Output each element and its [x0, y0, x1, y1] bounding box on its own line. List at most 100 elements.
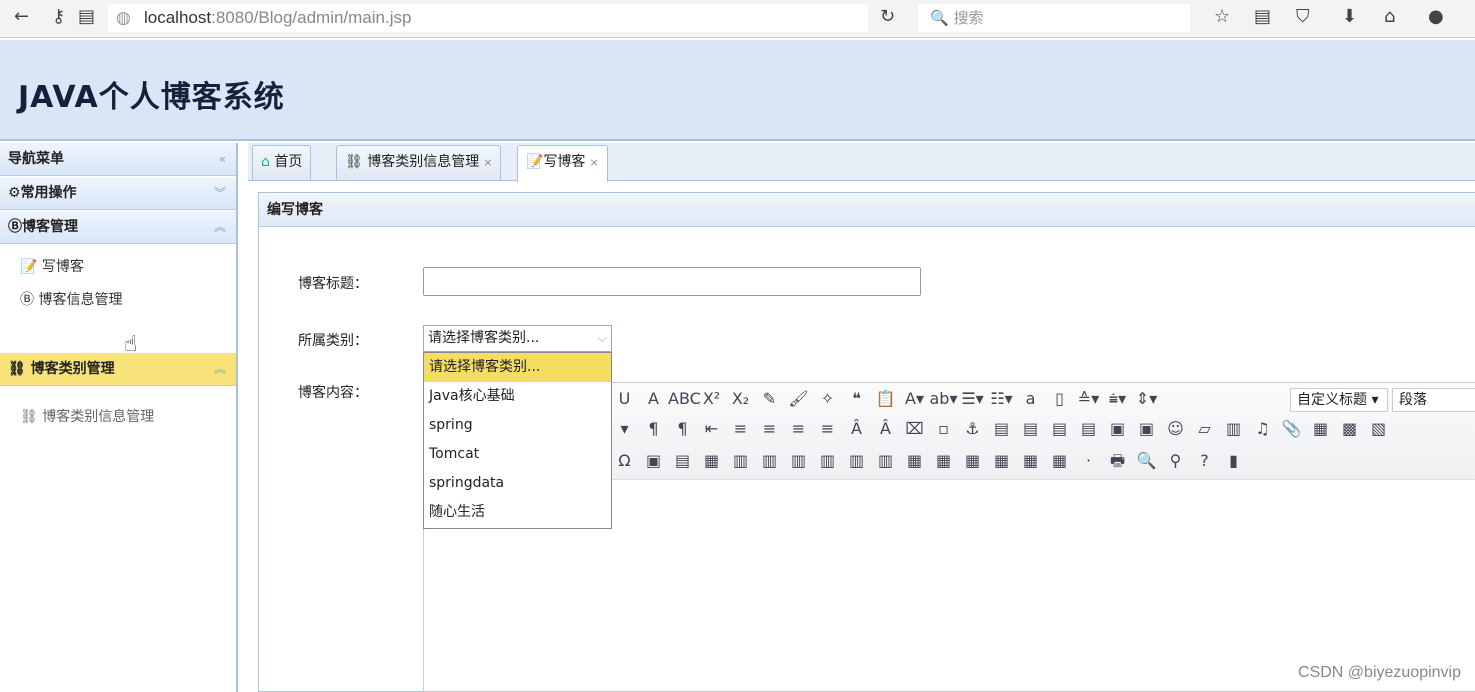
toolbar-button-icon[interactable]: ▩ — [1335, 419, 1364, 438]
toolbar-button-icon[interactable]: ▥ — [726, 451, 755, 470]
toolbar-button-icon[interactable]: ≙▾ — [1074, 389, 1103, 408]
toolbar-button-icon[interactable]: ▧ — [1364, 419, 1393, 438]
toolbar-button-icon[interactable]: ▤ — [987, 419, 1016, 438]
toolbar-button-icon[interactable]: ▱ — [1190, 419, 1219, 438]
toolbar-button-icon[interactable]: ⌧ — [900, 419, 929, 438]
toolbar-button-icon[interactable]: Â — [871, 419, 900, 438]
toolbar-button-icon[interactable]: Â — [842, 419, 871, 438]
toolbar-button-icon[interactable]: · — [1074, 451, 1103, 470]
toolbar-button-icon[interactable]: ▯ — [1045, 389, 1074, 408]
toolbar-button-icon[interactable]: ▦ — [1045, 451, 1074, 470]
toolbar-button-icon[interactable]: 🔍 — [1132, 451, 1161, 470]
toolbar-button-icon[interactable]: ⚓ — [958, 419, 987, 438]
toolbar-button-icon[interactable]: ≡ — [755, 419, 784, 438]
reading-list-icon[interactable]: ▤ — [1254, 6, 1271, 27]
toolbar-button-icon[interactable]: ☺ — [1161, 419, 1190, 438]
dropdown-option[interactable]: springdata — [424, 469, 611, 498]
toolbar-button-icon[interactable]: ▥ — [842, 451, 871, 470]
toolbar-button-icon[interactable]: ▥ — [871, 451, 900, 470]
toolbar-button-icon[interactable]: ☷▾ — [987, 389, 1016, 408]
download-icon[interactable]: ⬇ — [1342, 6, 1357, 27]
toolbar-button-icon[interactable]: ¶ — [668, 419, 697, 438]
tab-write-blog[interactable]: 📝写博客 × — [517, 145, 608, 182]
paragraph-select[interactable]: 段落 — [1392, 388, 1475, 412]
toolbar-button-icon[interactable]: ≡ — [813, 419, 842, 438]
expand-icon[interactable]: ︽ — [214, 353, 226, 386]
toolbar-button-icon[interactable]: 📎 — [1277, 419, 1306, 438]
toolbar-button-icon[interactable]: ▤ — [668, 451, 697, 470]
collapse-icon[interactable]: ︽ — [214, 211, 226, 244]
toolbar-button-icon[interactable]: ▥ — [1219, 419, 1248, 438]
search-input[interactable]: 🔍 搜索 — [918, 4, 1190, 32]
home-icon[interactable]: ⌂ — [1384, 6, 1395, 27]
tab-home[interactable]: ⌂ 首页 — [252, 145, 312, 180]
toolbar-button-icon[interactable]: ≡ — [726, 419, 755, 438]
sidebar-section-blog[interactable]: Ⓑ博客管理 ︽ — [0, 211, 236, 244]
toolbar-button-icon[interactable]: ▣ — [1132, 419, 1161, 438]
toolbar-button-icon[interactable]: ab▾ — [929, 389, 958, 408]
toolbar-button-icon[interactable]: ▣ — [1103, 419, 1132, 438]
sidebar-section-category[interactable]: ⛓ 博客类别管理 ︽ — [0, 353, 236, 386]
toolbar-button-icon[interactable]: ✧ — [813, 389, 842, 408]
category-select[interactable]: 请选择博客类别... ⌵ — [423, 325, 612, 352]
toolbar-button-icon[interactable]: ▥ — [755, 451, 784, 470]
toolbar-button-icon[interactable]: ☰▾ — [958, 389, 987, 408]
toolbar-button-icon[interactable]: ▤ — [1074, 419, 1103, 438]
toolbar-button-icon[interactable]: ▦ — [929, 451, 958, 470]
toolbar-button-icon[interactable]: ⇤ — [697, 419, 726, 438]
toolbar-button-icon[interactable]: A▾ — [900, 389, 929, 408]
toolbar-button-icon[interactable]: ▤ — [1016, 419, 1045, 438]
heading-select[interactable]: 自定义标题 ▾ — [1290, 388, 1388, 412]
toolbar-button-icon[interactable]: ❝ — [842, 389, 871, 408]
toolbar-button-icon[interactable]: ABC — [668, 389, 701, 408]
sidebar-item-write-blog[interactable]: 📝 写博客 — [20, 256, 84, 276]
toolbar-button-icon[interactable]: ▦ — [1306, 419, 1335, 438]
toolbar-button-icon[interactable]: ▣ — [639, 451, 668, 470]
toolbar-button-icon[interactable]: ▫ — [929, 419, 958, 438]
dropdown-option[interactable]: Tomcat — [424, 440, 611, 469]
toolbar-button-icon[interactable]: ¶ — [639, 419, 668, 438]
dropdown-option[interactable]: Java核心基础 — [424, 382, 611, 411]
toolbar-button-icon[interactable]: A — [639, 389, 668, 408]
toolbar-button-icon[interactable]: ♫ — [1248, 419, 1277, 438]
sidebar-section-common[interactable]: ⚙常用操作 ︾ — [0, 177, 236, 210]
dropdown-option[interactable]: 请选择博客类别... — [424, 353, 611, 382]
close-icon[interactable]: × — [589, 156, 598, 169]
toolbar-button-icon[interactable]: ? — [1190, 451, 1219, 470]
chat-icon[interactable]: ● — [1428, 6, 1444, 27]
toolbar-button-icon[interactable]: X² — [697, 389, 726, 408]
toolbar-button-icon[interactable]: ▮ — [1219, 451, 1248, 470]
toolbar-button-icon[interactable]: ▤ — [1045, 419, 1074, 438]
toolbar-button-icon[interactable]: ▥ — [813, 451, 842, 470]
blog-title-input[interactable] — [423, 267, 921, 296]
toolbar-button-icon[interactable]: ▦ — [987, 451, 1016, 470]
toolbar-button-icon[interactable]: Ω — [610, 451, 639, 470]
toolbar-button-icon[interactable]: a — [1016, 389, 1045, 408]
back-icon[interactable]: ← — [14, 6, 29, 27]
tab-category-info[interactable]: ⛓ 博客类别信息管理 × — [336, 145, 502, 180]
expand-icon[interactable]: ︾ — [214, 177, 226, 210]
toolbar-button-icon[interactable]: ✎ — [755, 389, 784, 408]
toolbar-button-icon[interactable]: ≡ — [784, 419, 813, 438]
sidebar-item-category-info[interactable]: ⛓ 博客类别信息管理 — [20, 406, 154, 426]
close-icon[interactable]: × — [483, 156, 492, 169]
toolbar-button-icon[interactable]: ▦ — [1016, 451, 1045, 470]
toolbar-button-icon[interactable]: ⇕▾ — [1132, 389, 1161, 408]
toolbar-button-icon[interactable]: 🖌 — [784, 389, 813, 408]
dropdown-option[interactable]: 随心生活 — [424, 498, 611, 527]
toolbar-button-icon[interactable]: ▾ — [610, 419, 639, 438]
toolbar-button-icon[interactable]: ▦ — [697, 451, 726, 470]
toolbar-button-icon[interactable]: 📋 — [871, 389, 900, 408]
toolbar-button-icon[interactable]: U — [610, 389, 639, 408]
toolbar-button-icon[interactable]: ▥ — [784, 451, 813, 470]
toolbar-button-icon[interactable]: X₂ — [726, 389, 755, 408]
toolbar-button-icon[interactable]: ▦ — [900, 451, 929, 470]
toolbar-button-icon[interactable]: ⩧▾ — [1103, 389, 1132, 409]
collapse-left-icon[interactable]: « — [219, 143, 226, 176]
toolbar-button-icon[interactable]: ▦ — [958, 451, 987, 470]
bookmark-star-icon[interactable]: ☆ — [1214, 6, 1230, 27]
sidebar-item-blog-info[interactable]: Ⓑ 博客信息管理 — [20, 289, 122, 309]
toolbar-button-icon[interactable]: 🖶 — [1103, 450, 1132, 477]
reload-icon[interactable]: ↻ — [880, 6, 895, 27]
url-bar[interactable]: ◍ localhost:8080/Blog/admin/main.jsp — [108, 4, 868, 32]
